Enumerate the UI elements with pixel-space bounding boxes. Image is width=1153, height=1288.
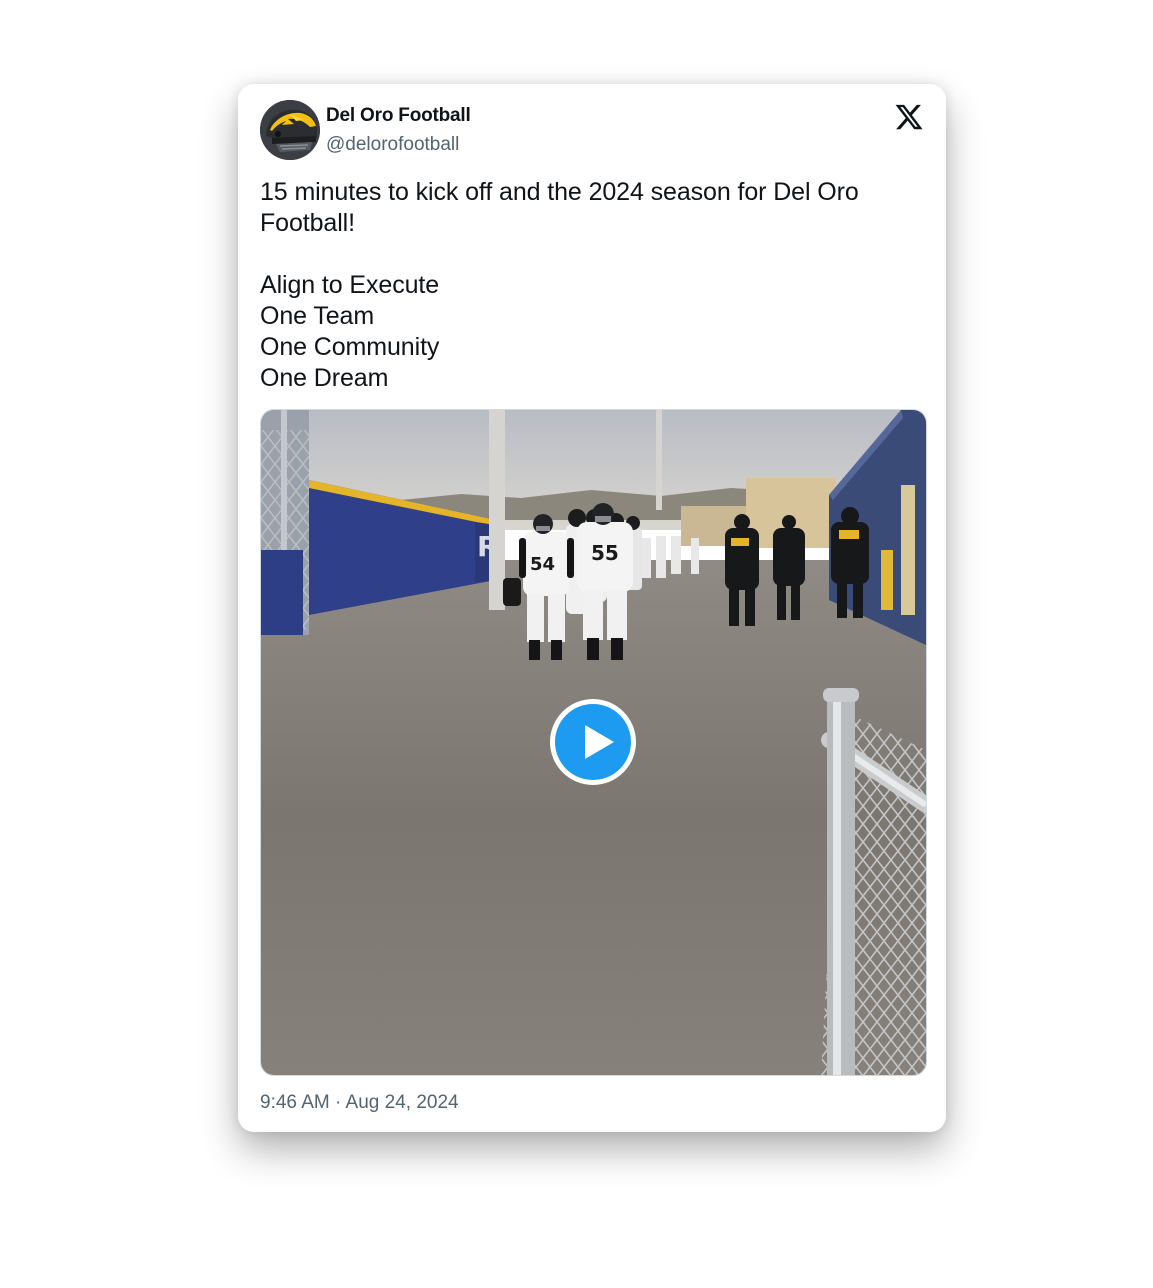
x-logo-icon[interactable]: [894, 102, 924, 132]
play-triangle: [585, 725, 614, 759]
embedded-tweet-card[interactable]: Del Oro Football @delorofootball 15 minu…: [238, 84, 946, 1132]
author-handle[interactable]: @delorofootball: [326, 133, 471, 157]
helmet-logo-icon: [260, 100, 320, 160]
profile-avatar[interactable]: [260, 100, 320, 160]
author-names: Del Oro Football @delorofootball: [326, 104, 471, 157]
play-button[interactable]: [550, 699, 636, 785]
jersey-number-54: 54: [530, 554, 555, 575]
jersey-number-55: 55: [591, 541, 619, 565]
page: Del Oro Football @delorofootball 15 minu…: [0, 0, 1153, 1288]
tweet-timestamp[interactable]: 9:46 AM · Aug 24, 2024: [260, 1091, 459, 1115]
tweet-header: Del Oro Football @delorofootball: [260, 100, 924, 162]
video-player[interactable]: R 55 54: [260, 409, 927, 1076]
tweet-text: 15 minutes to kick off and the 2024 seas…: [260, 178, 859, 392]
author-display-name[interactable]: Del Oro Football: [326, 104, 471, 128]
play-icon: [555, 704, 631, 780]
